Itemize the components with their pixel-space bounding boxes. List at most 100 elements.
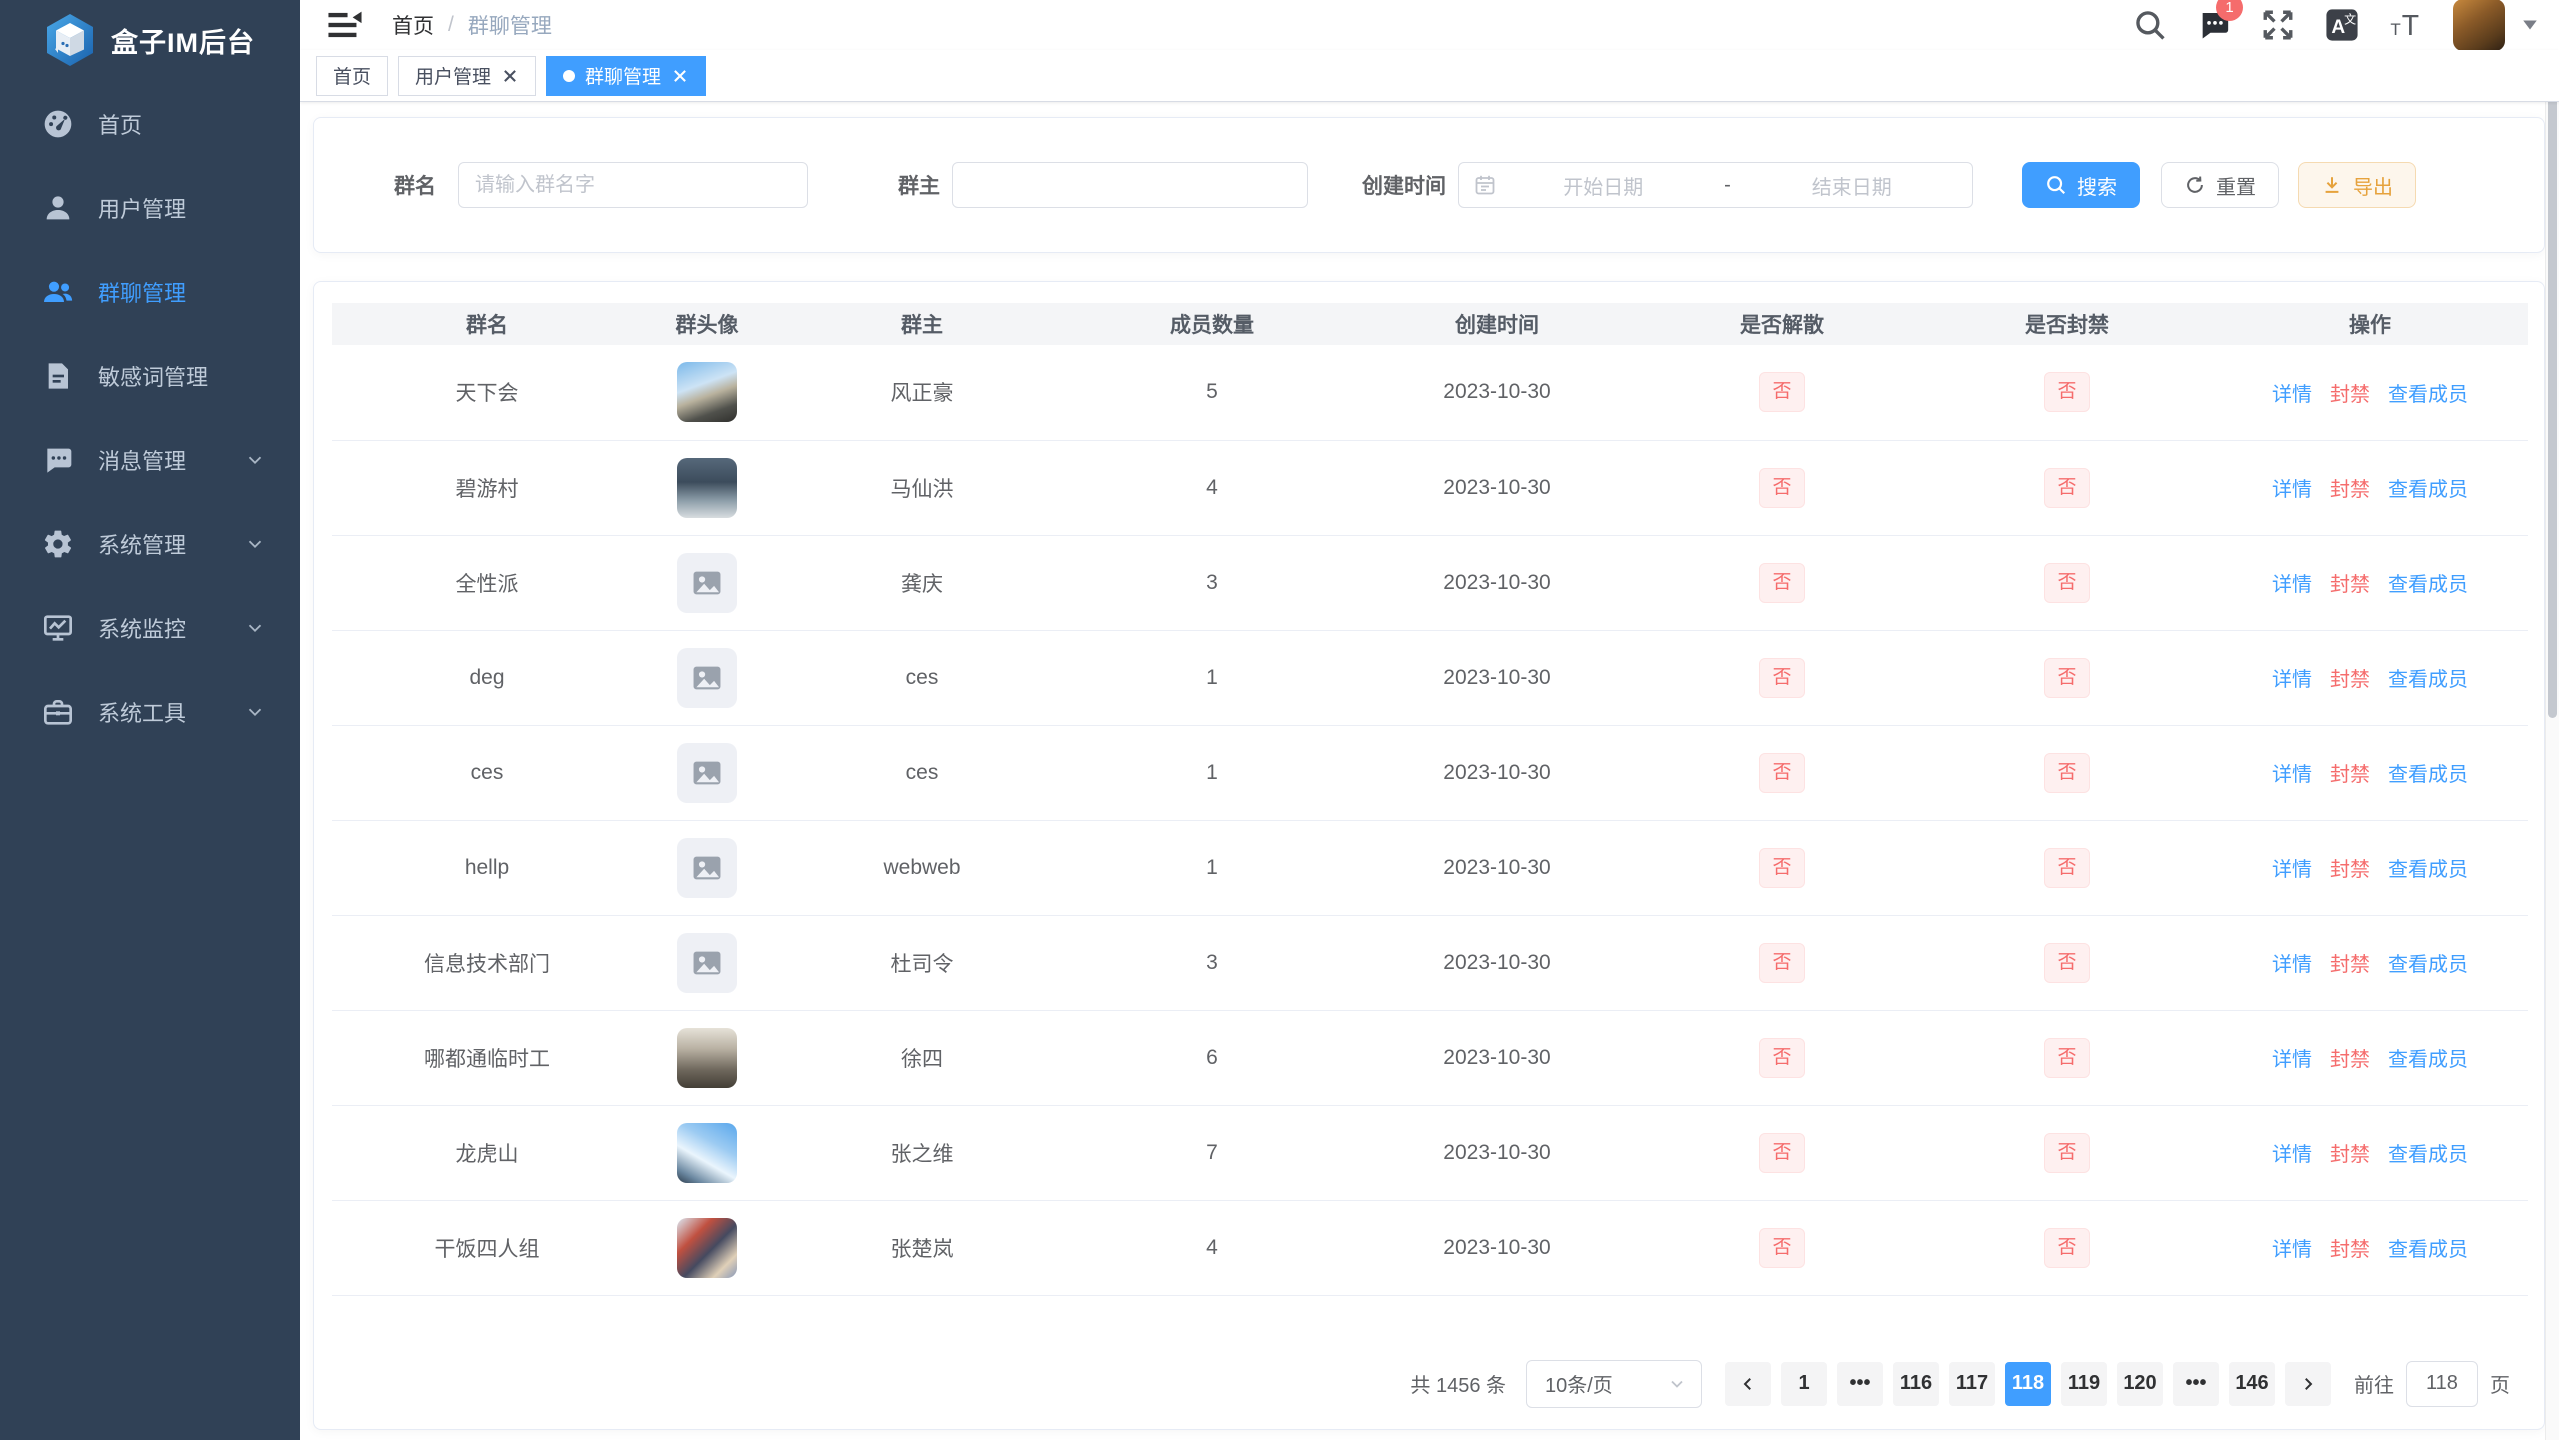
ban-link[interactable]: 封禁 (2330, 1138, 2370, 1167)
ban-link[interactable]: 封禁 (2330, 568, 2370, 597)
sidebar-item-message-management[interactable]: 消息管理 (0, 418, 300, 502)
dissolved-badge: 否 (1759, 848, 1804, 888)
download-icon (2321, 174, 2343, 196)
page-ellipsis[interactable]: ••• (2173, 1362, 2219, 1406)
sidebar-item-user-management[interactable]: 用户管理 (0, 166, 300, 250)
view-members-link[interactable]: 查看成员 (2388, 1233, 2468, 1262)
view-members-link[interactable]: 查看成员 (2388, 473, 2468, 502)
date-range-picker[interactable]: 开始日期 - 结束日期 (1458, 162, 1973, 208)
page-ellipsis[interactable]: ••• (1837, 1362, 1883, 1406)
search-button[interactable]: 搜索 (2022, 162, 2140, 208)
detail-link[interactable]: 详情 (2272, 1043, 2312, 1072)
table-row: 天下会 风正豪 5 2023-10-30 否 否 详情封禁查看成员 (332, 345, 2528, 440)
view-members-link[interactable]: 查看成员 (2388, 378, 2468, 407)
sidebar-item-sensitive-words[interactable]: 敏感词管理 (0, 334, 300, 418)
detail-link[interactable]: 详情 (2272, 568, 2312, 597)
view-members-link[interactable]: 查看成员 (2388, 948, 2468, 977)
group-name: 碧游村 (332, 440, 642, 535)
detail-link[interactable]: 详情 (2272, 758, 2312, 787)
image-icon (690, 851, 724, 885)
detail-link[interactable]: 详情 (2272, 948, 2312, 977)
sidebar-item-system-monitor[interactable]: 系统监控 (0, 586, 300, 670)
sidebar-item-system-management[interactable]: 系统管理 (0, 502, 300, 586)
ban-link[interactable]: 封禁 (2330, 1233, 2370, 1262)
sidebar-fold-icon[interactable] (328, 11, 362, 39)
created-time: 2023-10-30 (1352, 725, 1642, 820)
prev-page-button[interactable] (1725, 1362, 1771, 1406)
page-button[interactable]: 117 (1949, 1362, 1995, 1406)
view-members-link[interactable]: 查看成员 (2388, 1043, 2468, 1072)
reset-button[interactable]: 重置 (2161, 162, 2279, 208)
page-button[interactable]: 146 (2229, 1362, 2275, 1406)
sidebar-item-label: 群聊管理 (98, 276, 266, 308)
view-members-link[interactable]: 查看成员 (2388, 758, 2468, 787)
search-icon[interactable] (2133, 8, 2167, 42)
breadcrumb: 首页 / 群聊管理 (392, 10, 552, 40)
messages-button[interactable]: 1 (2197, 8, 2231, 42)
scrollbar-thumb[interactable] (2548, 58, 2557, 718)
detail-link[interactable]: 详情 (2272, 1138, 2312, 1167)
group-name: 天下会 (332, 345, 642, 440)
export-button[interactable]: 导出 (2298, 162, 2416, 208)
goto-page-input[interactable] (2406, 1361, 2478, 1407)
ban-link[interactable]: 封禁 (2330, 853, 2370, 882)
ban-link[interactable]: 封禁 (2330, 473, 2370, 502)
table-header-row: 群名 群头像 群主 成员数量 创建时间 是否解散 是否封禁 操作 (332, 303, 2528, 345)
chevron-down-icon (244, 617, 266, 639)
date-end-input[interactable]: 结束日期 (1746, 171, 1959, 200)
main-area: 首页 / 群聊管理 1 A文 TT (300, 0, 2559, 1440)
group-name: hellp (332, 820, 642, 915)
dissolved-badge: 否 (1759, 943, 1804, 983)
group-name-input[interactable] (458, 162, 808, 208)
close-icon[interactable] (501, 67, 519, 85)
group-owner-input[interactable] (952, 162, 1308, 208)
tab-group-management[interactable]: 群聊管理 (546, 56, 706, 96)
translate-icon[interactable]: A文 (2325, 8, 2359, 42)
date-start-input[interactable]: 开始日期 (1497, 171, 1710, 200)
tab-home[interactable]: 首页 (316, 56, 388, 96)
banned-badge: 否 (2044, 1228, 2089, 1268)
col-member-count: 成员数量 (1072, 303, 1352, 345)
ban-link[interactable]: 封禁 (2330, 663, 2370, 692)
fullscreen-icon[interactable] (2261, 8, 2295, 42)
page-button[interactable]: 1 (1781, 1362, 1827, 1406)
view-members-link[interactable]: 查看成员 (2388, 1138, 2468, 1167)
detail-link[interactable]: 详情 (2272, 663, 2312, 692)
breadcrumb-home[interactable]: 首页 (392, 10, 434, 40)
ban-link[interactable]: 封禁 (2330, 1043, 2370, 1072)
member-count: 4 (1072, 1200, 1352, 1295)
page-size-select[interactable]: 10条/页 (1526, 1360, 1702, 1408)
member-count: 6 (1072, 1010, 1352, 1105)
ban-link[interactable]: 封禁 (2330, 758, 2370, 787)
page-button[interactable]: 116 (1893, 1362, 1939, 1406)
sidebar-menu: 首页 用户管理 群聊管理 敏感词管理 消息管理 (0, 80, 300, 754)
tab-user-management[interactable]: 用户管理 (398, 56, 536, 96)
col-operations: 操作 (2212, 303, 2528, 345)
table-row: 碧游村 马仙洪 4 2023-10-30 否 否 详情封禁查看成员 (332, 440, 2528, 535)
scrollbar[interactable] (2545, 50, 2559, 1440)
view-members-link[interactable]: 查看成员 (2388, 663, 2468, 692)
goto-label: 前往 (2354, 1369, 2394, 1398)
ban-link[interactable]: 封禁 (2330, 948, 2370, 977)
sidebar-item-home[interactable]: 首页 (0, 82, 300, 166)
detail-link[interactable]: 详情 (2272, 473, 2312, 502)
chevron-down-icon (244, 533, 266, 555)
banned-badge: 否 (2044, 1133, 2089, 1173)
next-page-button[interactable] (2285, 1362, 2331, 1406)
navbar-actions: 1 A文 TT (2133, 0, 2539, 51)
detail-link[interactable]: 详情 (2272, 853, 2312, 882)
detail-link[interactable]: 详情 (2272, 378, 2312, 407)
page-button[interactable]: 120 (2117, 1362, 2163, 1406)
detail-link[interactable]: 详情 (2272, 1233, 2312, 1262)
close-icon[interactable] (671, 67, 689, 85)
ban-link[interactable]: 封禁 (2330, 378, 2370, 407)
sidebar-item-group-management[interactable]: 群聊管理 (0, 250, 300, 334)
page-button-active[interactable]: 118 (2005, 1362, 2051, 1406)
app-logo[interactable]: 盒子IM后台 (0, 0, 300, 80)
sidebar-item-system-tools[interactable]: 系统工具 (0, 670, 300, 754)
user-menu[interactable] (2453, 0, 2539, 51)
font-size-icon[interactable]: TT (2389, 8, 2423, 42)
page-button[interactable]: 119 (2061, 1362, 2107, 1406)
view-members-link[interactable]: 查看成员 (2388, 568, 2468, 597)
view-members-link[interactable]: 查看成员 (2388, 853, 2468, 882)
